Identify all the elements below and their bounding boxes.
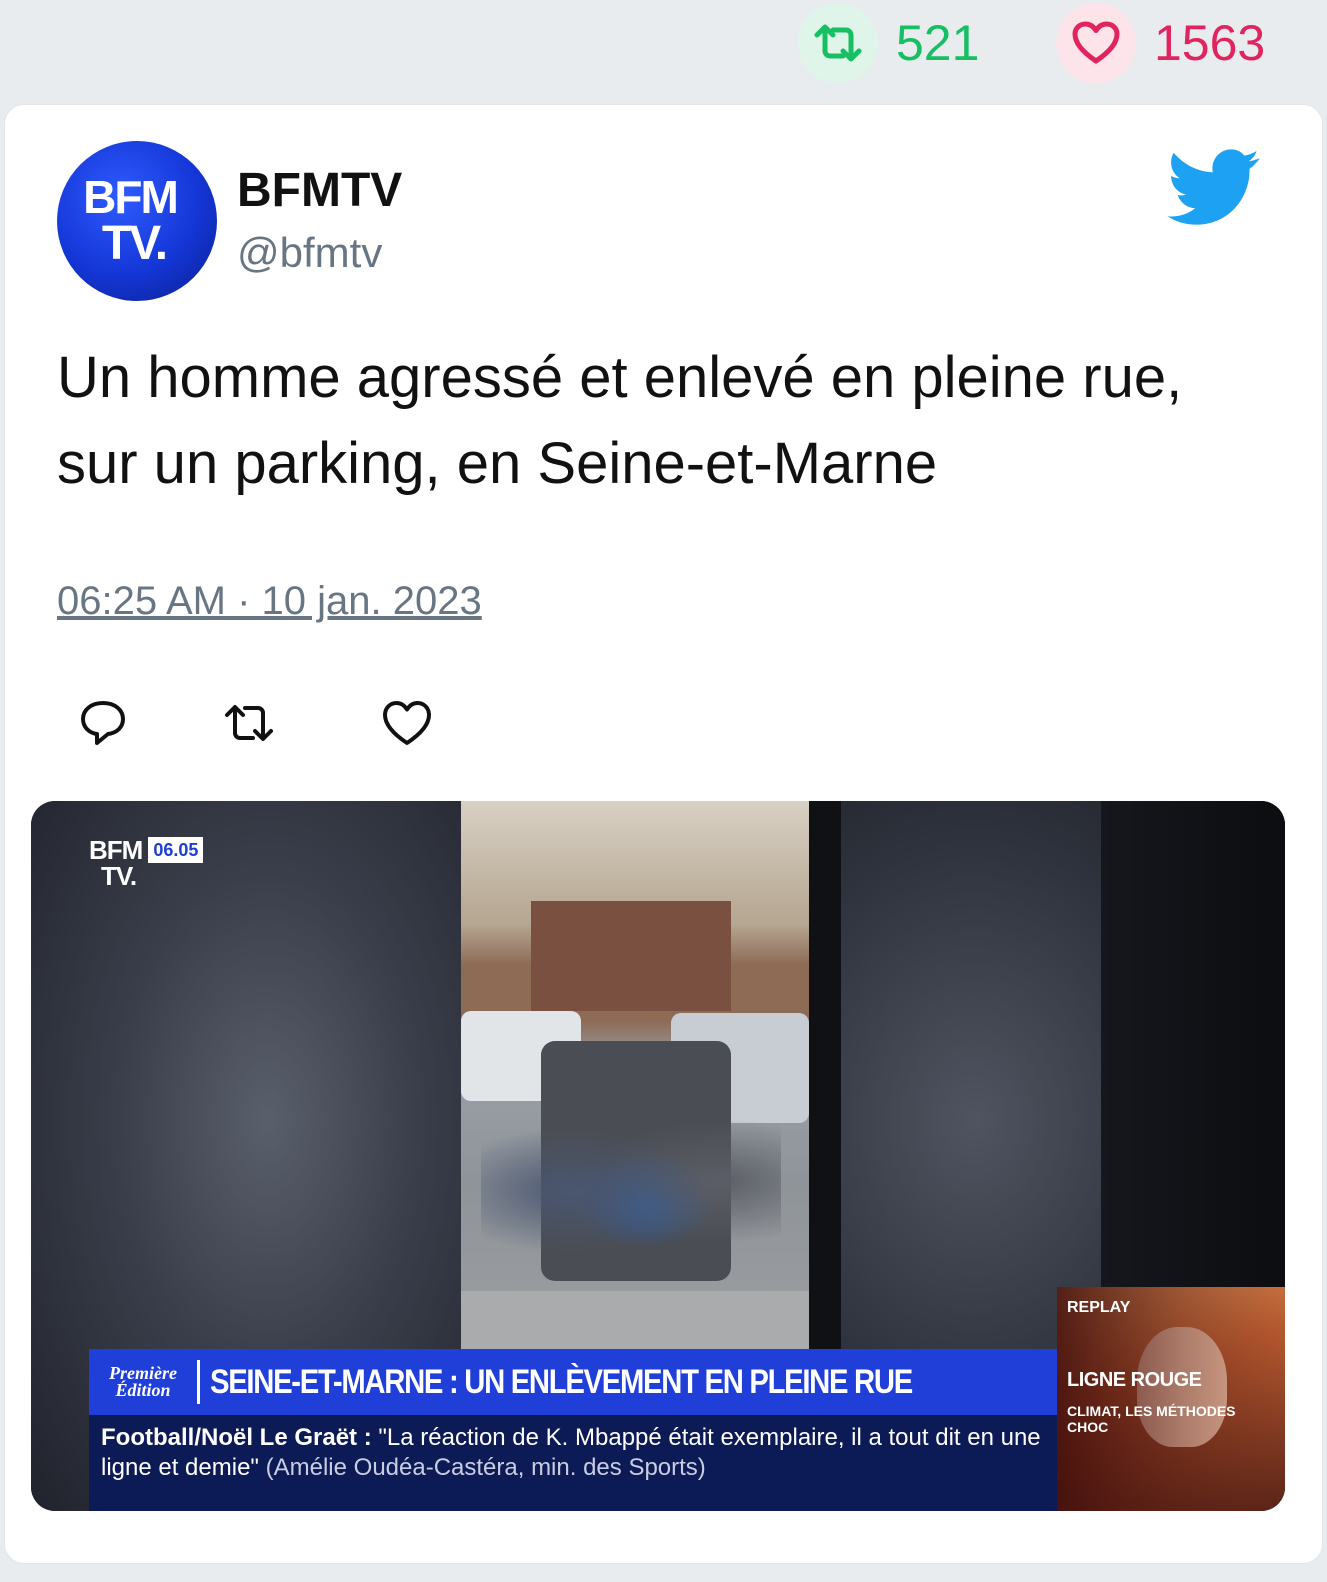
replay-promo: REPLAY LIGNE ROUGE CLIMAT, LES MÉTHODES … [1057, 1287, 1285, 1511]
channel-logo-line1: BFM [89, 835, 143, 865]
tweet-text: Un homme agressé et enlevé en pleine rue… [57, 345, 1183, 496]
show-name: Première Édition [109, 1363, 177, 1400]
replay-subtitle: CLIMAT, LES MÉTHODES CHOC [1067, 1403, 1236, 1435]
reply-icon[interactable] [75, 695, 131, 751]
video-scene [461, 801, 809, 1349]
like-count: 1563 [1154, 15, 1266, 71]
twitter-bird-icon[interactable] [1167, 149, 1261, 227]
author-name[interactable]: BFMTV [237, 163, 402, 218]
tweet-media-image[interactable]: BFM 06.05 TV. Première Édition SEINE-ET-M… [31, 801, 1285, 1511]
tweet-actions [57, 695, 457, 755]
ticker-source: (Amélie Oudéa-Castéra, min. des Sports) [265, 1454, 706, 1481]
retweet-action-icon[interactable] [221, 695, 277, 751]
tweet-card: BFM TV. BFMTV @bfmtv Un homme agressé et… [4, 104, 1323, 1564]
replay-label: REPLAY [1067, 1299, 1131, 1316]
author-handle[interactable]: @bfmtv [237, 229, 382, 277]
avatar-logo-line1: BFM [83, 171, 179, 223]
like-stat[interactable]: 1563 [1056, 0, 1265, 86]
tweet-timestamp[interactable]: 06:25 AM · 10 jan. 2023 [57, 579, 482, 624]
retweet-stat[interactable]: 521 [798, 0, 979, 86]
clock: 06.05 [148, 837, 204, 863]
banner-separator [197, 1360, 200, 1404]
retweet-icon[interactable] [798, 3, 878, 83]
ticker-topic: Football/Noël Le Graët : [101, 1424, 372, 1451]
avatar[interactable]: BFM TV. [57, 141, 217, 301]
news-ticker: Football/Noël Le Graët : "La réaction de… [89, 1415, 1057, 1511]
channel-logo-line2: TV. [101, 861, 137, 891]
avatar-logo-line2: TV. [101, 217, 168, 270]
tweet-stats-bar: 521 1563 [0, 0, 1327, 102]
channel-logo: BFM 06.05 TV. [89, 835, 204, 891]
replay-title: LIGNE ROUGE [1067, 1369, 1202, 1391]
retweet-count: 521 [896, 15, 980, 71]
like-action-icon[interactable] [379, 695, 435, 751]
headline-banner: Première Édition SEINE-ET-MARNE : UN ENL… [89, 1349, 1057, 1415]
heart-icon[interactable] [1056, 3, 1136, 83]
headline: SEINE-ET-MARNE : UN ENLÈVEMENT EN PLEINE… [210, 1362, 913, 1401]
